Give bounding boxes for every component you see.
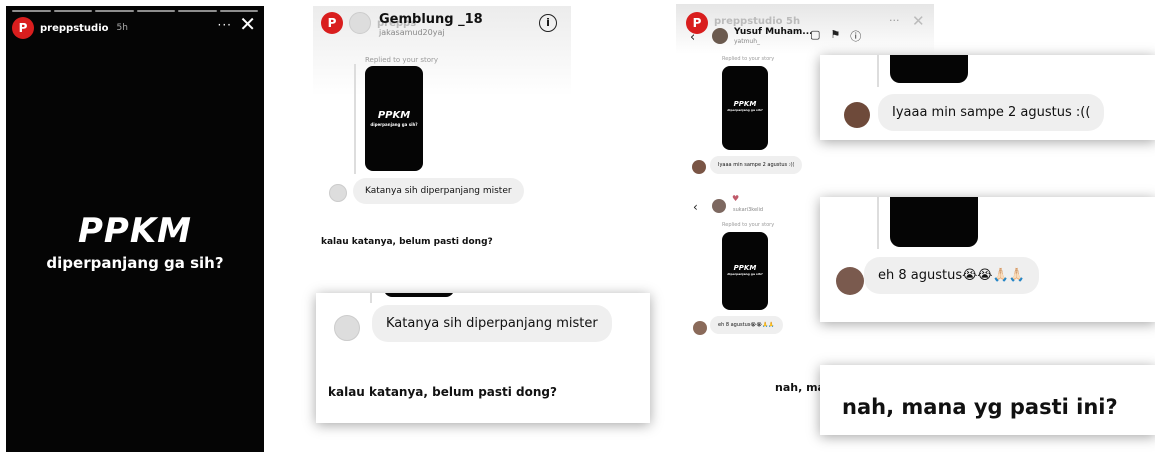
back-icon[interactable]: ‹: [693, 200, 698, 214]
replied-to-story-label: Replied to your story: [365, 56, 439, 64]
chat-contact-handle: sukari3kelid: [733, 207, 764, 213]
story-thumbnail: [890, 55, 968, 83]
flag-icon[interactable]: ⚑: [830, 28, 840, 44]
avatar[interactable]: [712, 199, 726, 213]
dm-panel-gemblung: P prepps Gemblung _18 jakasamud20yaj i R…: [313, 6, 571, 276]
more-options-icon[interactable]: ···: [889, 14, 900, 27]
zoom-card-message-1: Iyaaa min sampe 2 agustus :((: [820, 55, 1155, 140]
replied-to-story-label: Replied to your story: [722, 56, 775, 62]
close-icon[interactable]: ✕: [239, 14, 256, 34]
story-thumbnail[interactable]: PPKM diperpanjang ga sih?: [722, 232, 768, 310]
heart-eyes-icon: ♥: [732, 194, 740, 203]
message-bubble: Katanya sih diperpanjang mister: [372, 305, 612, 342]
chat-contact-handle: jakasamud20yaj: [379, 28, 445, 37]
ghost-username: preppstudio 5h: [714, 16, 801, 27]
more-options-icon[interactable]: ···: [218, 18, 232, 32]
story-thumbnail: [890, 197, 978, 247]
avatar[interactable]: [692, 160, 706, 174]
chat-header-actions: ▢ ⚑ ⓘ: [810, 28, 861, 44]
story-thumbnail[interactable]: PPKM diperpanjang ga sih?: [722, 66, 768, 150]
zoom-card-message-2: eh 8 agustus😭😭🙏🏻🙏🏻: [820, 197, 1155, 322]
info-icon[interactable]: i: [539, 14, 557, 32]
caption-text: nah, mana yg pasti ini?: [842, 395, 1118, 419]
info-icon[interactable]: ⓘ: [850, 28, 861, 44]
brand-logo-icon: P: [321, 12, 343, 34]
message-bubble: eh 8 agustus😭😭🙏🏻🙏🏻: [864, 257, 1039, 294]
story-username[interactable]: preppstudio: [40, 23, 109, 34]
chat-contact-name[interactable]: Yusuf Muham...: [734, 27, 813, 37]
message-bubble: Iyaaa min sampe 2 agustus :((: [710, 156, 803, 174]
caption-text: kalau katanya, belum pasti dong?: [328, 385, 557, 399]
chat-contact-handle: yatmuh_: [734, 38, 761, 45]
caption-text: nah, ma: [775, 381, 825, 394]
avatar[interactable]: [712, 28, 728, 44]
back-icon[interactable]: ‹: [690, 30, 695, 45]
avatar: [334, 315, 360, 341]
chat-contact-name[interactable]: Gemblung _18: [379, 12, 483, 27]
story-header: P preppstudio 5h: [12, 17, 128, 39]
caption-text: kalau katanya, belum pasti dong?: [321, 237, 493, 247]
avatar: [836, 267, 864, 295]
brand-logo-icon[interactable]: P: [12, 17, 34, 39]
avatar[interactable]: [349, 12, 371, 34]
story-thumbnail[interactable]: PPKM diperpanjang ga sih?: [365, 66, 423, 171]
story-panel: P preppstudio 5h ··· ✕ PPKM diperpanjang…: [6, 6, 264, 452]
message-bubble: Iyaaa min sampe 2 agustus :((: [878, 94, 1105, 131]
close-icon[interactable]: ✕: [912, 12, 925, 30]
zoom-card-gemblung: Katanya sih diperpanjang mister kalau ka…: [316, 293, 650, 423]
replied-to-story-label: Replied to your story: [722, 222, 775, 228]
video-call-icon[interactable]: ▢: [810, 28, 820, 44]
avatar[interactable]: [329, 184, 347, 202]
story-title: PPKM: [77, 211, 193, 251]
avatar: [844, 102, 870, 128]
story-progress-bars: [12, 10, 258, 12]
story-thumbnail: [384, 293, 454, 297]
story-subtitle: diperpanjang ga sih?: [46, 254, 224, 272]
zoom-card-caption: nah, mana yg pasti ini?: [820, 365, 1155, 435]
avatar[interactable]: [693, 321, 707, 335]
message-bubble: Katanya sih diperpanjang mister: [353, 178, 524, 204]
story-time: 5h: [116, 23, 128, 33]
message-bubble: eh 8 agustus😭😭🙏🙏: [710, 316, 783, 334]
